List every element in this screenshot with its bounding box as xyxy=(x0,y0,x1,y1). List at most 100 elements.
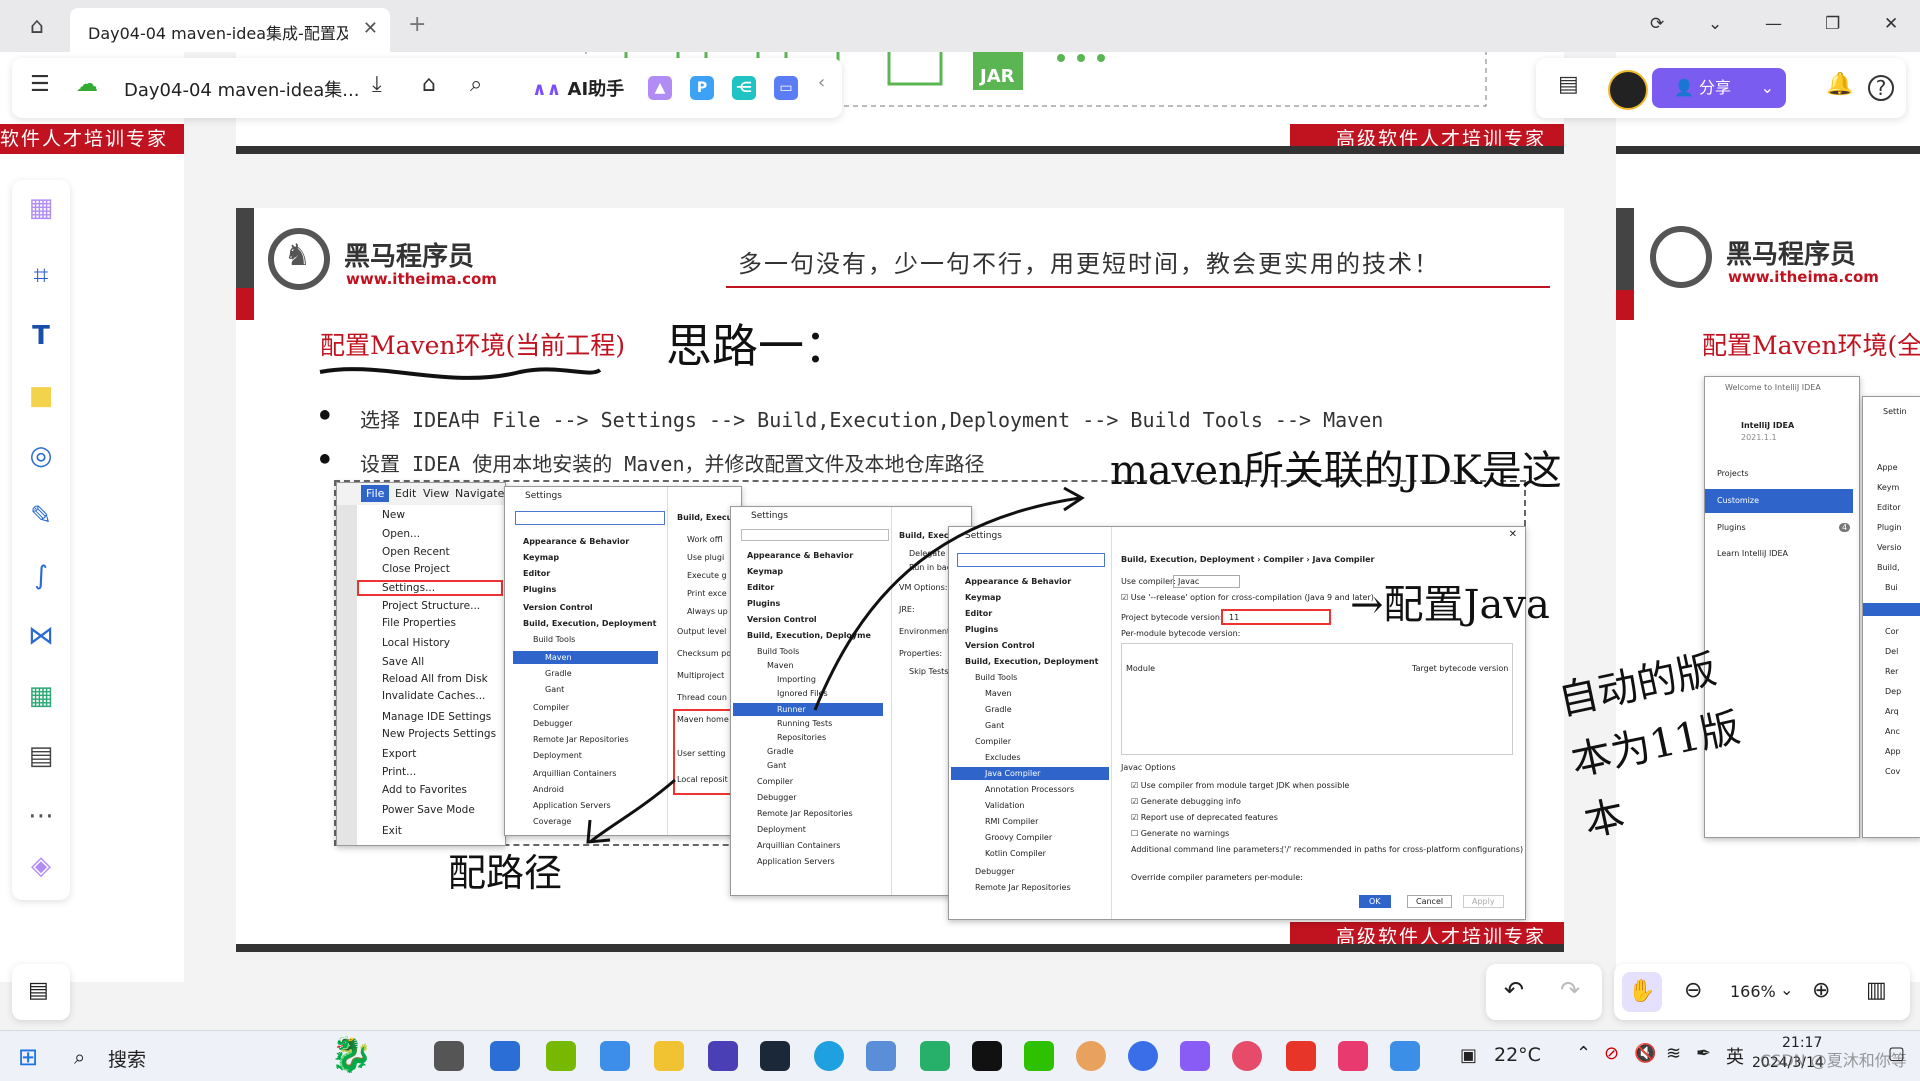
tree-item[interactable]: Compiler xyxy=(757,777,793,786)
more-icon[interactable]: ⋯ xyxy=(25,800,57,832)
tree-item[interactable]: Application Servers xyxy=(757,857,835,866)
welcome-nav-item[interactable]: Learn IntelliJ IDEA xyxy=(1717,549,1788,558)
tree-item-maven[interactable]: Maven xyxy=(545,653,572,662)
apply-button[interactable]: Apply xyxy=(1463,895,1504,908)
tree-item[interactable]: Validation xyxy=(985,801,1025,810)
tree-item[interactable]: Bui xyxy=(1885,583,1898,592)
tree-item[interactable]: Plugins xyxy=(523,585,556,594)
doge-icon[interactable] xyxy=(1076,1041,1106,1071)
tree-item[interactable]: Gradle xyxy=(545,669,572,678)
option-checkbox[interactable]: ☑ Use compiler from module target JDK wh… xyxy=(1131,781,1349,790)
menu-item[interactable]: Invalidate Caches... xyxy=(382,690,485,702)
tree-item[interactable]: Compiler xyxy=(975,737,1011,746)
plugin-icon[interactable]: ◈ xyxy=(25,850,57,882)
tree-item[interactable]: Build, Execution, Deployment xyxy=(965,657,1098,666)
taskbar-search-label[interactable]: 搜索 xyxy=(108,1045,146,1072)
tree-item[interactable]: Plugin xyxy=(1877,523,1902,532)
menu-tab-navigate[interactable]: Navigate xyxy=(455,487,504,500)
intellij-icon[interactable] xyxy=(1338,1041,1368,1071)
document-icon[interactable]: ▤ xyxy=(25,740,57,772)
menu-item[interactable]: Save All xyxy=(382,656,424,668)
sticky-note-icon[interactable]: ■ xyxy=(25,380,57,412)
tree-item[interactable]: Ignored Files xyxy=(777,689,828,698)
tree-item[interactable]: Kotlin Compiler xyxy=(985,849,1046,858)
tree-item[interactable]: Coverage xyxy=(533,817,571,826)
tree-item[interactable]: Arq xyxy=(1885,707,1899,716)
tree-item[interactable]: Keym xyxy=(1877,483,1899,492)
option[interactable]: Always up xyxy=(687,607,728,616)
tree-item[interactable]: Maven xyxy=(985,689,1012,698)
option[interactable]: Print exce xyxy=(687,589,727,598)
tree-item[interactable]: Appe xyxy=(1877,463,1898,472)
tree-item[interactable]: Annotation Processors xyxy=(985,785,1074,794)
cancel-button[interactable]: Cancel xyxy=(1407,895,1453,908)
share-button[interactable]: 👤 分享 ⌄ xyxy=(1652,68,1786,108)
option-checkbox[interactable]: ☑ Generate debugging info xyxy=(1131,797,1241,806)
menu-item[interactable]: New Projects Settings xyxy=(382,728,496,740)
bytecode-version-select[interactable]: 11 xyxy=(1221,609,1331,625)
zoom-level[interactable]: 166% xyxy=(1730,982,1776,1001)
menu-item[interactable]: File Properties xyxy=(382,617,456,629)
tree-item[interactable]: Keymap xyxy=(523,553,559,562)
welcome-nav-item[interactable]: Plugins xyxy=(1717,523,1746,532)
menu-item-settings[interactable]: Settings... xyxy=(382,582,435,594)
zoom-dropdown-icon[interactable]: ⌄ xyxy=(1780,980,1793,999)
release-checkbox[interactable]: ☑ Use '--release' option for cross-compi… xyxy=(1121,593,1374,602)
option[interactable]: Skip Tests xyxy=(909,667,948,676)
tree-item[interactable]: Build Tools xyxy=(975,673,1017,682)
tray-chevron-icon[interactable]: ⌃ xyxy=(1576,1043,1591,1064)
tree-item[interactable]: Gradle xyxy=(985,705,1012,714)
tree-item[interactable]: Anc xyxy=(1885,727,1900,736)
search-icon[interactable]: ⌕ xyxy=(74,1045,85,1069)
tree-item[interactable]: Compiler xyxy=(533,703,569,712)
tree-item[interactable]: App xyxy=(1885,747,1901,756)
sidebar-toggle[interactable]: ▤ xyxy=(12,964,70,1020)
windows-start-icon[interactable]: ⊞ xyxy=(18,1043,38,1071)
welcome-nav-item[interactable]: Projects xyxy=(1717,469,1749,478)
new-tab-button[interactable]: + xyxy=(408,12,426,37)
pen-icon[interactable]: ✎ xyxy=(25,500,57,532)
tree-item[interactable]: Build, xyxy=(1877,563,1900,572)
temperature[interactable]: 22°C xyxy=(1494,1044,1541,1066)
menu-tab-view[interactable]: View xyxy=(423,487,449,500)
mindmap-app-icon[interactable]: ⋲ xyxy=(732,76,756,100)
settings-search-input[interactable] xyxy=(957,553,1105,567)
home-icon[interactable]: ⌂ xyxy=(30,14,56,39)
tree-item[interactable]: Arquillian Containers xyxy=(757,841,840,850)
tree-item[interactable]: Plugins xyxy=(747,599,780,608)
refresh-icon[interactable]: ⟳ xyxy=(1650,14,1664,34)
menu-item[interactable]: Close Project xyxy=(382,563,450,575)
templates-icon[interactable]: ▦ xyxy=(25,192,57,224)
window-close-icon[interactable]: ✕ xyxy=(1884,14,1898,34)
tree-item[interactable]: Remote Jar Repositories xyxy=(533,735,629,744)
tree-item[interactable]: Cov xyxy=(1885,767,1900,776)
tree-item[interactable]: Keymap xyxy=(747,567,783,576)
steam-icon[interactable] xyxy=(760,1041,790,1071)
redo-icon[interactable]: ↷ xyxy=(1560,976,1580,1004)
menu-item[interactable]: Local History xyxy=(382,637,450,649)
option-checkbox[interactable]: ☐ Generate no warnings xyxy=(1131,829,1229,838)
menu-item[interactable]: Exit xyxy=(382,825,402,837)
menu-item[interactable]: Print... xyxy=(382,766,416,778)
tree-item[interactable]: Dep xyxy=(1885,687,1901,696)
option-checkbox[interactable]: ☑ Report use of deprecated features xyxy=(1131,813,1278,822)
tree-item-runner[interactable]: Runner xyxy=(777,705,806,714)
tree-item[interactable]: Del xyxy=(1885,647,1898,656)
tree-item[interactable]: Rer xyxy=(1885,667,1898,676)
menu-tab-edit[interactable]: Edit xyxy=(395,487,416,500)
snipping-icon[interactable] xyxy=(1232,1041,1262,1071)
menu-item[interactable]: New xyxy=(382,509,405,521)
book-view-icon[interactable]: ▥ xyxy=(1866,978,1887,1003)
task-view-icon[interactable] xyxy=(434,1041,464,1071)
shape-icon[interactable]: ◎ xyxy=(25,440,57,472)
close-tab-icon[interactable]: ✕ xyxy=(363,18,378,39)
tree-item[interactable]: Gant xyxy=(985,721,1004,730)
pen-tray-icon[interactable]: ✒ xyxy=(1696,1043,1711,1064)
tree-item[interactable]: Deployment xyxy=(757,825,806,834)
tree-item[interactable]: Running Tests xyxy=(777,719,832,728)
chat-app-icon[interactable]: ▭ xyxy=(774,76,798,100)
network-warning-icon[interactable]: ⊘ xyxy=(1604,1043,1619,1064)
p-app-icon[interactable]: P xyxy=(690,76,714,100)
settings-search-input[interactable] xyxy=(515,511,665,525)
wifi-icon[interactable]: ≋ xyxy=(1666,1043,1681,1064)
